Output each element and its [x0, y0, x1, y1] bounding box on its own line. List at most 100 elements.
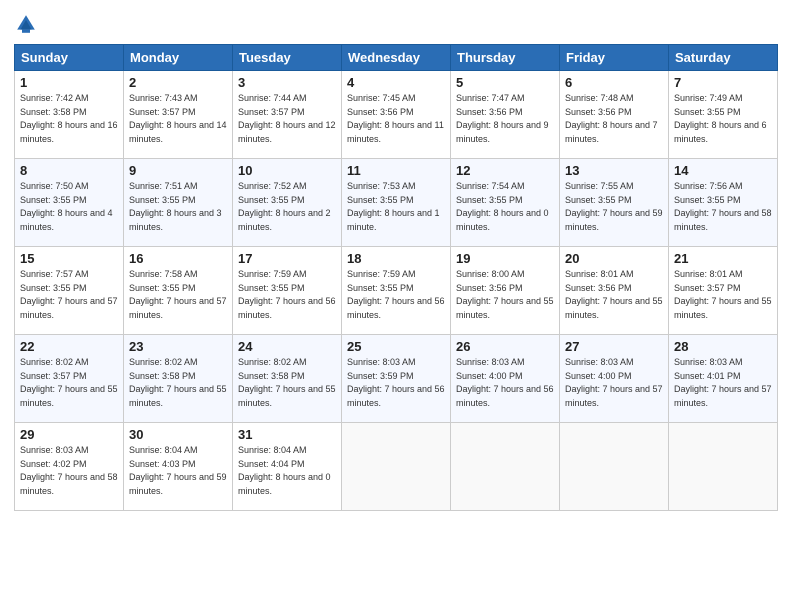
day-number: 11	[347, 163, 445, 178]
calendar-day-cell: 1 Sunrise: 7:42 AMSunset: 3:58 PMDaylight…	[15, 71, 124, 159]
page-header	[14, 12, 778, 36]
calendar-day-cell: 10 Sunrise: 7:52 AMSunset: 3:55 PMDayligh…	[233, 159, 342, 247]
day-number: 6	[565, 75, 663, 90]
day-number: 12	[456, 163, 554, 178]
calendar-day-cell: 12 Sunrise: 7:54 AMSunset: 3:55 PMDayligh…	[451, 159, 560, 247]
page-container: SundayMondayTuesdayWednesdayThursdayFrid…	[0, 0, 792, 612]
day-info: Sunrise: 8:02 AMSunset: 3:57 PMDaylight:…	[20, 356, 118, 410]
day-number: 18	[347, 251, 445, 266]
day-number: 9	[129, 163, 227, 178]
day-info: Sunrise: 7:51 AMSunset: 3:55 PMDaylight:…	[129, 180, 227, 234]
day-info: Sunrise: 8:02 AMSunset: 3:58 PMDaylight:…	[129, 356, 227, 410]
calendar-day-cell: 22 Sunrise: 8:02 AMSunset: 3:57 PMDayligh…	[15, 335, 124, 423]
day-info: Sunrise: 7:48 AMSunset: 3:56 PMDaylight:…	[565, 92, 663, 146]
calendar-day-cell: 2 Sunrise: 7:43 AMSunset: 3:57 PMDaylight…	[124, 71, 233, 159]
day-header-saturday: Saturday	[669, 45, 778, 71]
day-info: Sunrise: 8:03 AMSunset: 4:00 PMDaylight:…	[565, 356, 663, 410]
day-info: Sunrise: 8:04 AMSunset: 4:03 PMDaylight:…	[129, 444, 227, 498]
day-info: Sunrise: 7:47 AMSunset: 3:56 PMDaylight:…	[456, 92, 554, 146]
calendar-day-cell: 28 Sunrise: 8:03 AMSunset: 4:01 PMDayligh…	[669, 335, 778, 423]
calendar-day-cell	[560, 423, 669, 511]
calendar-day-cell: 31 Sunrise: 8:04 AMSunset: 4:04 PMDayligh…	[233, 423, 342, 511]
day-header-wednesday: Wednesday	[342, 45, 451, 71]
day-number: 8	[20, 163, 118, 178]
day-info: Sunrise: 8:00 AMSunset: 3:56 PMDaylight:…	[456, 268, 554, 322]
day-info: Sunrise: 8:01 AMSunset: 3:57 PMDaylight:…	[674, 268, 772, 322]
day-info: Sunrise: 7:50 AMSunset: 3:55 PMDaylight:…	[20, 180, 118, 234]
day-info: Sunrise: 8:03 AMSunset: 4:01 PMDaylight:…	[674, 356, 772, 410]
calendar-week-row: 22 Sunrise: 8:02 AMSunset: 3:57 PMDayligh…	[15, 335, 778, 423]
day-number: 15	[20, 251, 118, 266]
calendar-table: SundayMondayTuesdayWednesdayThursdayFrid…	[14, 44, 778, 511]
day-number: 10	[238, 163, 336, 178]
day-number: 1	[20, 75, 118, 90]
day-info: Sunrise: 7:49 AMSunset: 3:55 PMDaylight:…	[674, 92, 772, 146]
calendar-day-cell: 8 Sunrise: 7:50 AMSunset: 3:55 PMDaylight…	[15, 159, 124, 247]
day-number: 4	[347, 75, 445, 90]
calendar-day-cell: 9 Sunrise: 7:51 AMSunset: 3:55 PMDaylight…	[124, 159, 233, 247]
day-info: Sunrise: 7:55 AMSunset: 3:55 PMDaylight:…	[565, 180, 663, 234]
day-header-thursday: Thursday	[451, 45, 560, 71]
day-number: 23	[129, 339, 227, 354]
day-info: Sunrise: 7:54 AMSunset: 3:55 PMDaylight:…	[456, 180, 554, 234]
day-info: Sunrise: 8:03 AMSunset: 4:02 PMDaylight:…	[20, 444, 118, 498]
calendar-day-cell	[451, 423, 560, 511]
logo	[14, 12, 42, 36]
day-number: 28	[674, 339, 772, 354]
day-number: 25	[347, 339, 445, 354]
calendar-day-cell	[669, 423, 778, 511]
calendar-day-cell: 21 Sunrise: 8:01 AMSunset: 3:57 PMDayligh…	[669, 247, 778, 335]
calendar-day-cell: 18 Sunrise: 7:59 AMSunset: 3:55 PMDayligh…	[342, 247, 451, 335]
day-info: Sunrise: 7:42 AMSunset: 3:58 PMDaylight:…	[20, 92, 118, 146]
calendar-day-cell: 27 Sunrise: 8:03 AMSunset: 4:00 PMDayligh…	[560, 335, 669, 423]
day-number: 27	[565, 339, 663, 354]
calendar-day-cell: 16 Sunrise: 7:58 AMSunset: 3:55 PMDayligh…	[124, 247, 233, 335]
day-info: Sunrise: 7:59 AMSunset: 3:55 PMDaylight:…	[347, 268, 445, 322]
calendar-day-cell: 11 Sunrise: 7:53 AMSunset: 3:55 PMDayligh…	[342, 159, 451, 247]
day-info: Sunrise: 7:56 AMSunset: 3:55 PMDaylight:…	[674, 180, 772, 234]
day-info: Sunrise: 7:52 AMSunset: 3:55 PMDaylight:…	[238, 180, 336, 234]
day-number: 30	[129, 427, 227, 442]
day-number: 3	[238, 75, 336, 90]
day-info: Sunrise: 7:43 AMSunset: 3:57 PMDaylight:…	[129, 92, 227, 146]
day-header-monday: Monday	[124, 45, 233, 71]
calendar-day-cell: 13 Sunrise: 7:55 AMSunset: 3:55 PMDayligh…	[560, 159, 669, 247]
calendar-day-cell: 29 Sunrise: 8:03 AMSunset: 4:02 PMDayligh…	[15, 423, 124, 511]
day-number: 7	[674, 75, 772, 90]
day-info: Sunrise: 8:03 AMSunset: 4:00 PMDaylight:…	[456, 356, 554, 410]
day-number: 24	[238, 339, 336, 354]
calendar-day-cell: 17Sunrise: 7:59 AMSunset: 3:55 PMDayligh…	[233, 247, 342, 335]
day-info: Sunrise: 7:58 AMSunset: 3:55 PMDaylight:…	[129, 268, 227, 322]
calendar-day-cell: 4 Sunrise: 7:45 AMSunset: 3:56 PMDaylight…	[342, 71, 451, 159]
calendar-day-cell: 19Sunrise: 8:00 AMSunset: 3:56 PMDayligh…	[451, 247, 560, 335]
day-info: Sunrise: 7:57 AMSunset: 3:55 PMDaylight:…	[20, 268, 118, 322]
calendar-header-row: SundayMondayTuesdayWednesdayThursdayFrid…	[15, 45, 778, 71]
calendar-week-row: 29 Sunrise: 8:03 AMSunset: 4:02 PMDayligh…	[15, 423, 778, 511]
day-info: Sunrise: 8:02 AMSunset: 3:58 PMDaylight:…	[238, 356, 336, 410]
day-number: 21	[674, 251, 772, 266]
day-info: Sunrise: 7:59 AMSunset: 3:55 PMDaylight:…	[238, 268, 336, 322]
day-number: 22	[20, 339, 118, 354]
calendar-day-cell: 23 Sunrise: 8:02 AMSunset: 3:58 PMDayligh…	[124, 335, 233, 423]
day-info: Sunrise: 7:53 AMSunset: 3:55 PMDaylight:…	[347, 180, 445, 234]
day-info: Sunrise: 8:03 AMSunset: 3:59 PMDaylight:…	[347, 356, 445, 410]
calendar-day-cell: 7 Sunrise: 7:49 AMSunset: 3:55 PMDaylight…	[669, 71, 778, 159]
calendar-day-cell: 6 Sunrise: 7:48 AMSunset: 3:56 PMDaylight…	[560, 71, 669, 159]
day-info: Sunrise: 7:44 AMSunset: 3:57 PMDaylight:…	[238, 92, 336, 146]
day-number: 31	[238, 427, 336, 442]
day-info: Sunrise: 7:45 AMSunset: 3:56 PMDaylight:…	[347, 92, 445, 146]
calendar-week-row: 8 Sunrise: 7:50 AMSunset: 3:55 PMDaylight…	[15, 159, 778, 247]
day-number: 29	[20, 427, 118, 442]
day-number: 2	[129, 75, 227, 90]
calendar-day-cell: 24 Sunrise: 8:02 AMSunset: 3:58 PMDayligh…	[233, 335, 342, 423]
day-number: 13	[565, 163, 663, 178]
day-number: 16	[129, 251, 227, 266]
calendar-day-cell: 5Sunrise: 7:47 AMSunset: 3:56 PMDaylight…	[451, 71, 560, 159]
calendar-day-cell: 26Sunrise: 8:03 AMSunset: 4:00 PMDayligh…	[451, 335, 560, 423]
calendar-day-cell: 20Sunrise: 8:01 AMSunset: 3:56 PMDayligh…	[560, 247, 669, 335]
calendar-day-cell: 30 Sunrise: 8:04 AMSunset: 4:03 PMDayligh…	[124, 423, 233, 511]
calendar-day-cell: 15 Sunrise: 7:57 AMSunset: 3:55 PMDayligh…	[15, 247, 124, 335]
calendar-day-cell	[342, 423, 451, 511]
day-info: Sunrise: 8:04 AMSunset: 4:04 PMDaylight:…	[238, 444, 336, 498]
logo-icon	[14, 12, 38, 36]
